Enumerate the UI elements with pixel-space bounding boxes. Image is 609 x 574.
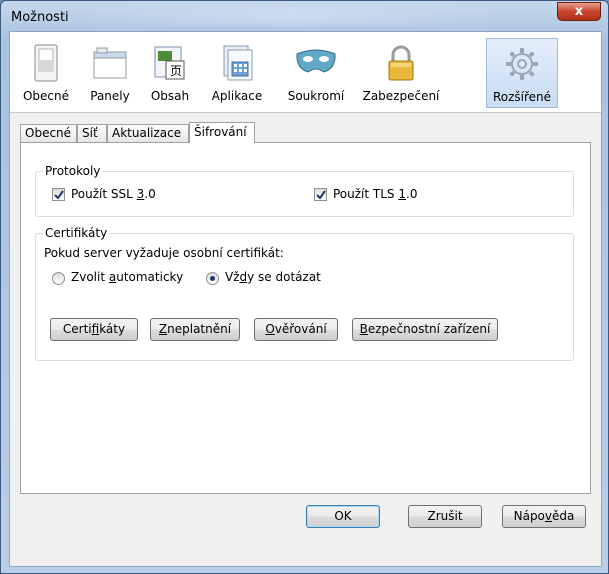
toolbar-item-general[interactable]: Obecné [16, 38, 76, 108]
revocation-button[interactable]: Zneplatnění [150, 318, 240, 341]
ssl-label: Použít SSL 3.0 [71, 187, 156, 201]
content-page-icon: 页 [154, 46, 185, 80]
svg-text:页: 页 [170, 64, 182, 78]
encryption-panel: Protokoly Použít SSL 3.0 Použít TLS 1.0 … [20, 142, 591, 494]
close-icon: x [574, 4, 584, 19]
always-ask-radio[interactable] [206, 272, 219, 285]
validation-button[interactable]: Ověřování [254, 318, 338, 341]
protocols-group: Protokoly Použít SSL 3.0 Použít TLS 1.0 [35, 164, 574, 217]
security-lock-icon [388, 45, 414, 81]
tls-label: Použít TLS 1.0 [333, 187, 418, 201]
tab-network[interactable]: Síť [77, 124, 107, 142]
tab-updates[interactable]: Aktualizace [107, 124, 189, 142]
tab-encryption[interactable]: Šifrování [189, 122, 255, 143]
general-switch-icon [34, 44, 58, 82]
certificates-legend: Certifikáty [43, 226, 110, 240]
preferences-toolbar: Obecné Panely 页 Obsah Aplikace Soukromí … [10, 32, 601, 113]
ssl-checkbox[interactable] [52, 188, 65, 201]
checkmark-icon [54, 190, 64, 200]
checkmark-icon [316, 190, 326, 200]
auto-select-radio[interactable] [52, 272, 65, 285]
close-button[interactable]: x [557, 2, 601, 21]
tab-general[interactable]: Obecné [20, 124, 77, 142]
always-ask-label: Vždy se dotázat [225, 270, 321, 284]
applications-icon [223, 45, 253, 81]
toolbar-item-tabs[interactable]: Panely [80, 38, 140, 108]
toolbar-item-security[interactable]: Zabezpečení [356, 38, 446, 108]
certificates-button[interactable]: Certifikáty [50, 318, 138, 341]
toolbar-item-privacy[interactable]: Soukromí [280, 38, 352, 108]
advanced-gear-icon [506, 48, 538, 80]
title-bar[interactable]: Možnosti x [1, 1, 608, 33]
certificates-group: Certifikáty Pokud server vyžaduje osobní… [35, 226, 574, 361]
tls-checkbox[interactable] [314, 188, 327, 201]
tabs-window-icon [93, 47, 127, 79]
radio-dot-icon [210, 276, 215, 281]
privacy-mask-icon [296, 49, 336, 73]
cancel-button[interactable]: Zrušit [408, 505, 482, 528]
toolbar-item-applications[interactable]: Aplikace [202, 38, 272, 108]
options-window: Možnosti x Obecné Panely 页 Obsah Aplikac… [0, 0, 609, 574]
certificate-prompt: Pokud server vyžaduje osobní certifikát: [44, 246, 284, 260]
security-devices-button[interactable]: Bezpečnostní zařízení [352, 318, 498, 341]
toolbar-item-content[interactable]: 页 Obsah [140, 38, 200, 108]
toolbar-item-advanced[interactable]: Rozšířené [486, 38, 558, 108]
help-button[interactable]: Nápověda [502, 505, 586, 528]
dialog-client: Obecné Panely 页 Obsah Aplikace Soukromí … [9, 31, 602, 567]
background-tabs-blur [81, 7, 501, 25]
auto-select-label: Zvolit automaticky [71, 270, 184, 284]
protocols-legend: Protokoly [43, 164, 103, 178]
window-title: Možnosti [11, 10, 69, 25]
ok-button[interactable]: OK [306, 505, 380, 528]
